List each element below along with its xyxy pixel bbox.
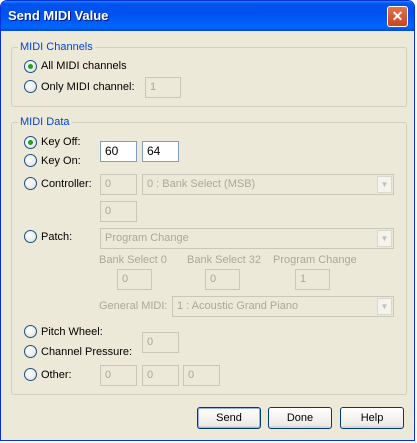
general-midi-select-value: 1 : Acoustic Grand Piano <box>177 300 299 312</box>
key-on-radio[interactable] <box>24 154 37 167</box>
key-number-field[interactable]: 60 <box>100 141 137 162</box>
help-button[interactable]: Help <box>340 407 404 429</box>
chevron-down-icon: ▼ <box>377 230 392 247</box>
all-midi-channels-label[interactable]: All MIDI channels <box>41 60 127 72</box>
channel-pressure-radio[interactable] <box>24 345 37 358</box>
midi-channels-legend: MIDI Channels <box>18 41 95 53</box>
only-midi-channel-radio[interactable] <box>24 80 37 93</box>
key-off-label[interactable]: Key Off: <box>41 136 81 148</box>
general-midi-label: General MIDI: <box>99 300 168 312</box>
other-label[interactable]: Other: <box>41 369 72 381</box>
done-button[interactable]: Done <box>268 407 332 429</box>
close-icon[interactable]: ✕ <box>387 6 408 27</box>
key-off-radio[interactable] <box>24 136 37 149</box>
program-change-field[interactable]: 1 <box>295 269 330 290</box>
patch-label[interactable]: Patch: <box>41 231 72 243</box>
controller-select[interactable]: 0 : Bank Select (MSB) ▼ <box>142 174 394 195</box>
other-field-1[interactable]: 0 <box>100 365 137 386</box>
title-bar: Send MIDI Value ✕ <box>1 1 414 31</box>
only-midi-channel-label[interactable]: Only MIDI channel: <box>41 81 135 93</box>
pressure-value-field[interactable]: 0 <box>142 332 179 353</box>
other-radio[interactable] <box>24 368 37 381</box>
pitch-wheel-radio[interactable] <box>24 325 37 338</box>
controller-radio[interactable] <box>24 177 37 190</box>
velocity-field[interactable]: 64 <box>142 141 179 162</box>
bank-select-0-field[interactable]: 0 <box>117 269 152 290</box>
window-title: Send MIDI Value <box>8 8 109 23</box>
midi-channels-group: MIDI Channels <box>11 41 407 107</box>
bank-select-32-label: Bank Select 32 <box>187 254 261 266</box>
pitch-wheel-label[interactable]: Pitch Wheel: <box>41 326 103 338</box>
program-change-label: Program Change <box>273 254 357 266</box>
midi-data-legend: MIDI Data <box>18 116 72 128</box>
bank-select-0-label: Bank Select 0 <box>99 254 167 266</box>
patch-select[interactable]: Program Change ▼ <box>100 228 394 249</box>
other-field-3[interactable]: 0 <box>183 365 220 386</box>
send-button[interactable]: Send <box>197 407 261 429</box>
all-midi-channels-radio[interactable] <box>24 60 37 73</box>
controller-value-field[interactable]: 0 <box>100 174 137 195</box>
bank-select-32-field[interactable]: 0 <box>205 269 240 290</box>
patch-select-value: Program Change <box>105 232 189 244</box>
controller-value-2-field[interactable]: 0 <box>100 201 137 222</box>
channel-pressure-label[interactable]: Channel Pressure: <box>41 346 132 358</box>
midi-channel-field[interactable]: 1 <box>145 77 181 98</box>
chevron-down-icon: ▼ <box>377 298 392 315</box>
send-midi-value-dialog: Send MIDI Value ✕ MIDI Channels All MIDI… <box>0 0 415 441</box>
other-field-2[interactable]: 0 <box>142 365 179 386</box>
key-on-label[interactable]: Key On: <box>41 155 81 167</box>
patch-radio[interactable] <box>24 230 37 243</box>
chevron-down-icon: ▼ <box>377 176 392 193</box>
controller-label[interactable]: Controller: <box>41 178 92 190</box>
controller-select-value: 0 : Bank Select (MSB) <box>147 178 256 190</box>
general-midi-select[interactable]: 1 : Acoustic Grand Piano ▼ <box>172 296 394 317</box>
